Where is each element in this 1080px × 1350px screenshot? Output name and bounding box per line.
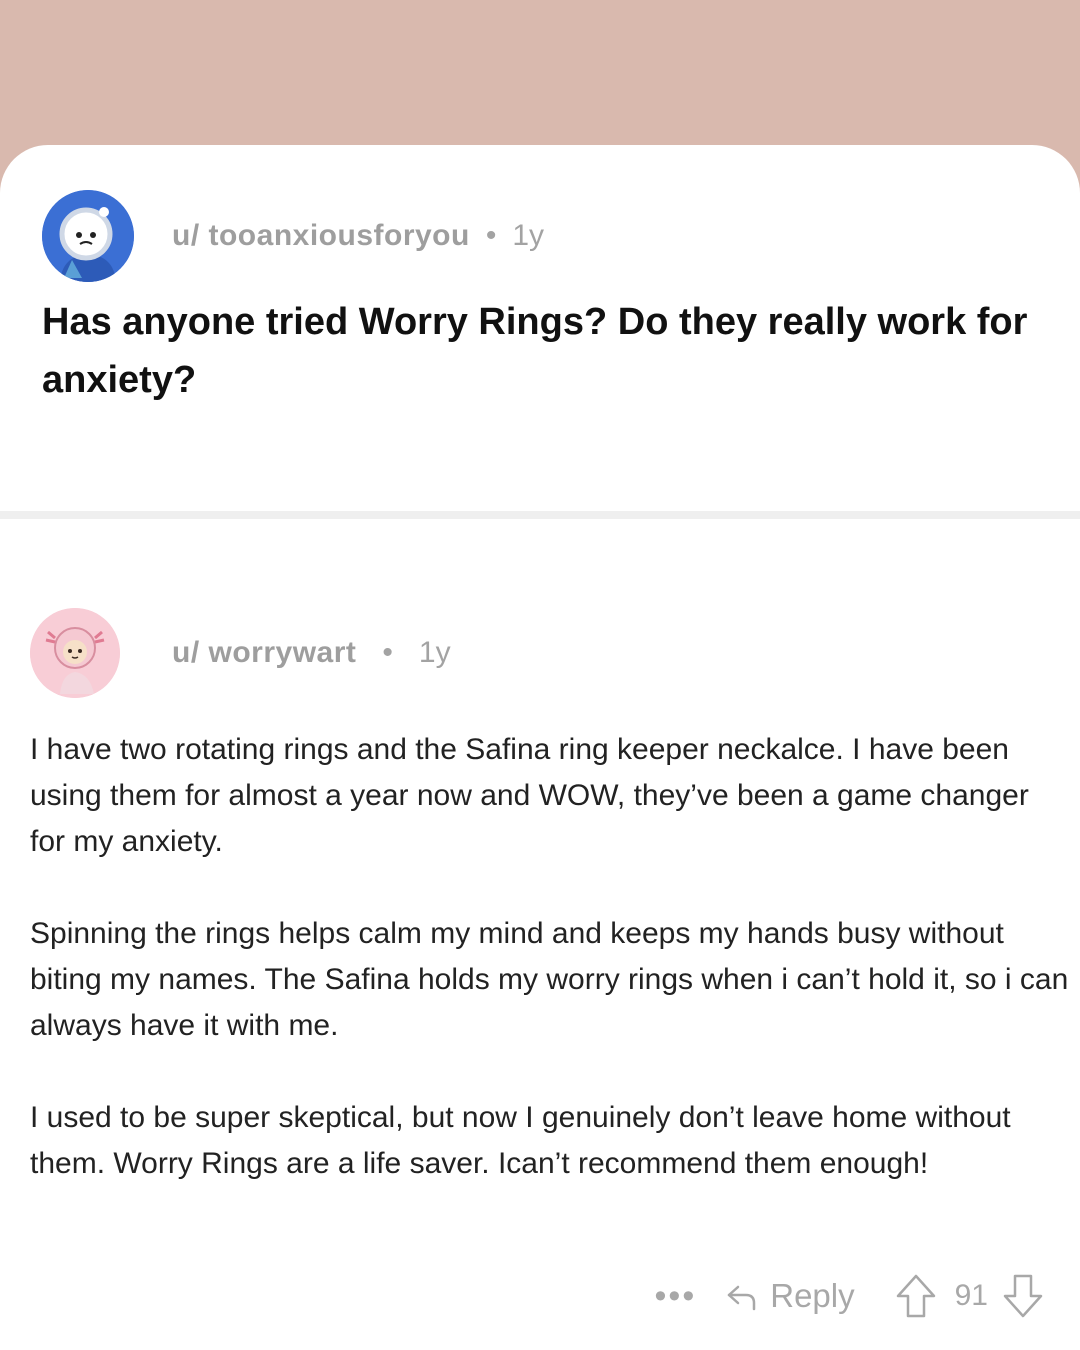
more-options-icon[interactable]: ••• xyxy=(655,1279,697,1313)
avatar[interactable] xyxy=(30,608,120,698)
post-title[interactable]: Has anyone tried Worry Rings? Do they re… xyxy=(42,293,1042,409)
post-header: u/ tooanxiousforyou • 1y xyxy=(42,190,544,282)
comment-actions: ••• Reply 91 xyxy=(655,1273,1044,1319)
vote-count: 91 xyxy=(954,1279,988,1312)
separator-dot: • xyxy=(485,219,497,252)
avatar[interactable] xyxy=(42,190,134,282)
comment-paragraph: I have two rotating rings and the Safina… xyxy=(30,733,1029,858)
comment-meta: u/ worrywart • 1y xyxy=(172,636,451,670)
comment-age: 1y xyxy=(418,636,451,669)
post-age: 1y xyxy=(512,219,545,252)
comment-body: I have two rotating rings and the Safina… xyxy=(30,727,1070,1233)
upvote-arrow-icon[interactable] xyxy=(895,1273,937,1319)
divider xyxy=(0,511,1080,519)
downvote-arrow-icon[interactable] xyxy=(1002,1273,1044,1319)
comment-paragraph: I used to be super skeptical, but now I … xyxy=(30,1101,1011,1180)
snoo-avatar-icon xyxy=(42,190,134,282)
comment-username[interactable]: u/ worrywart xyxy=(172,636,356,670)
vote-controls: 91 xyxy=(895,1273,1044,1319)
reply-button[interactable]: Reply xyxy=(724,1277,855,1315)
reply-label: Reply xyxy=(770,1277,855,1314)
thread-card: u/ tooanxiousforyou • 1y Has anyone trie… xyxy=(0,145,1080,1350)
post-meta: u/ tooanxiousforyou • 1y xyxy=(172,219,544,253)
comment-paragraph: Spinning the rings helps calm my mind an… xyxy=(30,917,1069,1042)
axolotl-avatar-icon xyxy=(30,608,120,698)
reply-arrow-icon xyxy=(728,1285,756,1311)
post-username[interactable]: u/ tooanxiousforyou xyxy=(172,219,470,253)
separator-dot: • xyxy=(382,636,393,669)
comment-header: u/ worrywart • 1y xyxy=(30,608,451,698)
